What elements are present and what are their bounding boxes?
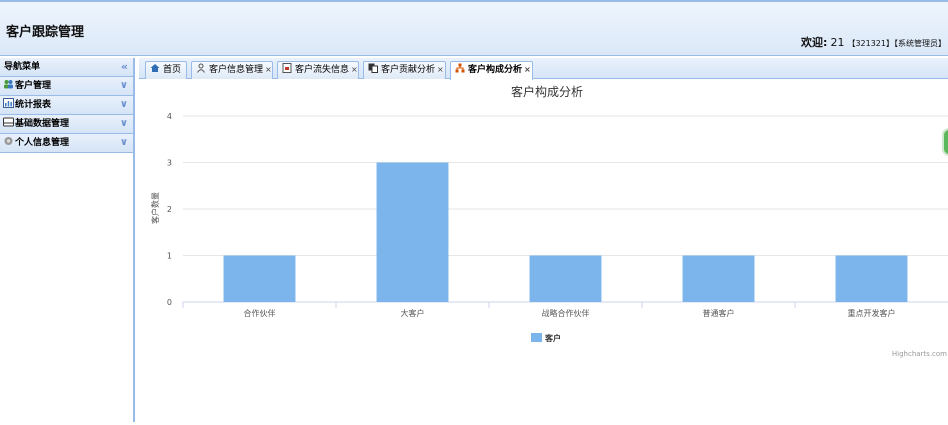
tab-label: 客户贡献分析	[381, 65, 436, 75]
sidebar-item-label: 统计报表	[15, 100, 52, 110]
user-role: 【系统管理员】	[894, 39, 946, 48]
tab-home[interactable]: 首页	[145, 61, 187, 79]
collapse-sidebar-icon[interactable]: «	[121, 58, 128, 76]
chevron-down-icon[interactable]: ∨	[120, 134, 128, 152]
sidebar-item-customer-management[interactable]: 客户管理 ∨	[0, 77, 133, 96]
chevron-down-icon[interactable]: ∨	[120, 77, 128, 95]
close-icon[interactable]: ×	[351, 65, 358, 74]
tab-bar: 首页 客户信息管理 × 客户流失信息 × 客户贡献分析 × 客户构成分析 ×	[139, 58, 948, 80]
users-icon	[4, 80, 13, 89]
app-header: 客户跟踪管理 欢迎: 21 【321321】【系统管理员】	[0, 0, 948, 56]
legend-swatch	[531, 333, 542, 342]
sidebar-item-label: 客户管理	[15, 81, 52, 91]
chart-icon	[3, 98, 14, 108]
user-code: 【321321】	[847, 39, 894, 48]
y-tick-label: 1	[167, 252, 172, 261]
x-tick-label: 大客户	[401, 308, 425, 318]
tab-customer-info[interactable]: 客户信息管理 ×	[191, 61, 273, 79]
chart-bars	[223, 162, 908, 303]
bar[interactable]	[223, 255, 296, 303]
sidebar-item-personal-info[interactable]: 个人信息管理 ∨	[0, 134, 133, 153]
gear-icon	[4, 137, 13, 145]
welcome-label: 欢迎:	[801, 36, 828, 49]
tab-label: 客户流失信息	[295, 65, 350, 75]
y-axis-ticks: 0 1 2 3 4	[167, 112, 172, 307]
bar[interactable]	[529, 255, 602, 303]
tab-customer-composition[interactable]: 客户构成分析 ×	[450, 61, 533, 80]
sidebar-title: 导航菜单	[4, 62, 41, 72]
tab-customer-contribution[interactable]: 客户贡献分析 ×	[363, 61, 446, 79]
y-tick-label: 2	[167, 205, 172, 214]
close-icon[interactable]: ×	[437, 65, 444, 74]
y-tick-label: 3	[167, 159, 172, 168]
chevron-down-icon[interactable]: ∨	[120, 96, 128, 114]
sidebar-item-statistics[interactable]: 统计报表 ∨	[0, 96, 133, 115]
report-icon	[368, 63, 378, 73]
y-tick-label: 0	[167, 298, 172, 307]
close-icon[interactable]: ×	[524, 65, 531, 74]
x-axis-ticks: 合作伙伴 大客户 战略合作伙伴 普通客户 重点开发客户	[182, 302, 896, 318]
user-number: 21	[830, 36, 845, 49]
person-icon	[197, 63, 205, 73]
x-tick-label: 普通客户	[703, 308, 735, 318]
close-icon[interactable]: ×	[265, 65, 272, 74]
sidebar-item-label: 个人信息管理	[15, 138, 70, 148]
home-icon	[150, 64, 160, 72]
x-tick-label: 战略合作伙伴	[542, 308, 590, 318]
document-icon	[282, 63, 292, 73]
y-axis-label: 客户数量	[150, 192, 160, 224]
database-icon	[3, 117, 14, 127]
credits-link[interactable]: Highcharts.com	[892, 350, 947, 358]
tab-label: 首页	[163, 65, 182, 75]
org-chart-icon	[455, 63, 465, 73]
welcome-info: 欢迎: 21 【321321】【系统管理员】	[801, 34, 946, 50]
y-tick-label: 4	[167, 112, 172, 121]
composition-bar-chart: 客户构成分析 客户数量 0 1 2 3 4 合作伙伴 大客户 战略合作伙伴 普通客户 重点开发客…	[150, 84, 948, 358]
tab-label: 客户构成分析	[468, 65, 523, 75]
sidebar-item-label: 基础数据管理	[15, 119, 70, 129]
legend-label: 客户	[544, 333, 561, 343]
tab-label: 客户信息管理	[209, 65, 264, 75]
sidebar-header: 导航菜单 «	[0, 58, 133, 77]
bar[interactable]	[682, 255, 755, 303]
floating-action-icon[interactable]	[942, 128, 948, 156]
sidebar-item-basic-data[interactable]: 基础数据管理 ∨	[0, 115, 133, 134]
tab-customer-churn[interactable]: 客户流失信息 ×	[277, 61, 359, 79]
bar[interactable]	[835, 255, 908, 303]
x-tick-label: 重点开发客户	[848, 308, 896, 318]
chevron-down-icon[interactable]: ∨	[120, 115, 128, 133]
chart-legend[interactable]: 客户	[531, 333, 561, 343]
chart-panel: 客户构成分析 客户数量 0 1 2 3 4 合作伙伴 大客户 战略合作伙伴 普通客户 重点开发客…	[139, 80, 948, 422]
app-title: 客户跟踪管理	[6, 25, 85, 40]
bar[interactable]	[376, 162, 449, 303]
chart-title: 客户构成分析	[511, 84, 583, 99]
navigation-sidebar: 导航菜单 « 客户管理 ∨ 统计报表 ∨ 基础数据管理 ∨ 个人信息管理 ∨	[0, 58, 135, 422]
x-tick-label: 合作伙伴	[244, 308, 276, 318]
